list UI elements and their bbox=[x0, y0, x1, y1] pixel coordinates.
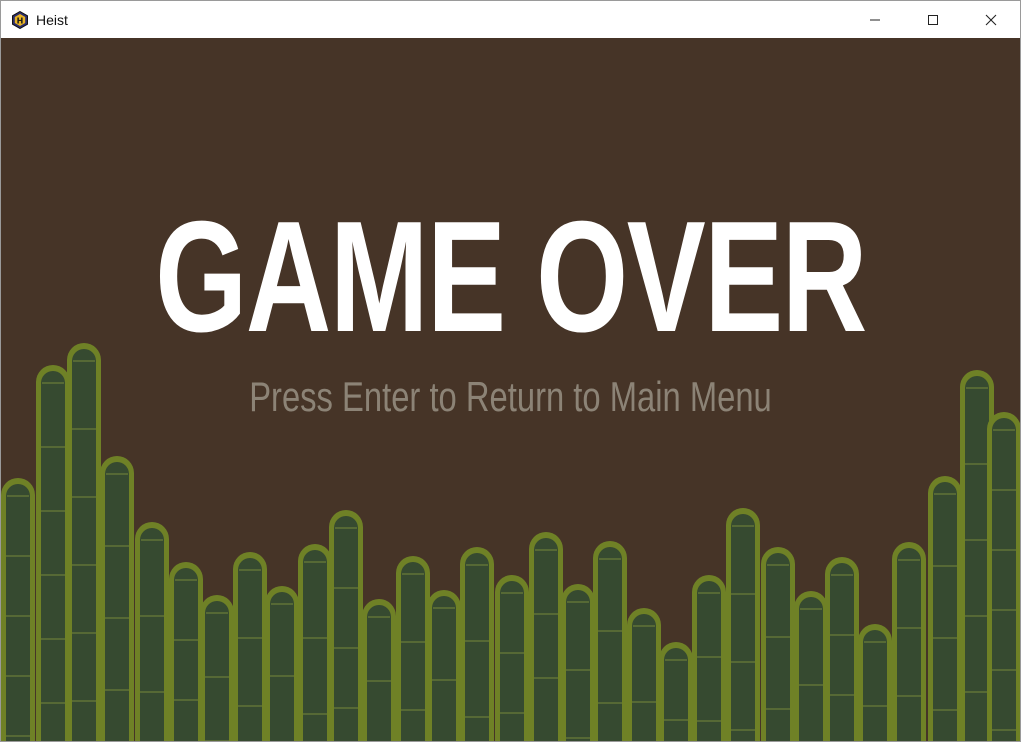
bamboo-stalk bbox=[67, 343, 101, 741]
bamboo-stalk bbox=[928, 476, 962, 741]
bamboo-stalk bbox=[329, 510, 363, 741]
bamboo-stalk bbox=[627, 608, 661, 741]
bamboo-stalk bbox=[794, 591, 828, 741]
bamboo-stalk bbox=[529, 532, 563, 741]
bamboo-stalk bbox=[659, 642, 693, 741]
return-to-menu-prompt: Press Enter to Return to Main Menu bbox=[249, 373, 772, 420]
bamboo-stalk bbox=[858, 624, 892, 741]
bamboo-stalk bbox=[100, 456, 134, 741]
minimize-button[interactable] bbox=[846, 1, 904, 38]
minimize-icon bbox=[870, 19, 880, 20]
bamboo-stalk bbox=[135, 522, 169, 741]
bamboo-stalk bbox=[396, 556, 430, 741]
title-bar[interactable]: H Heist bbox=[1, 1, 1020, 38]
app-icon: H bbox=[10, 10, 30, 30]
bamboo-stalk bbox=[1, 478, 35, 741]
bamboo-stalk bbox=[692, 575, 726, 741]
bamboo-stalk bbox=[825, 557, 859, 741]
bamboo-stalk bbox=[200, 595, 234, 741]
svg-text:H: H bbox=[17, 16, 24, 25]
bamboo-stalk bbox=[36, 365, 70, 741]
window-controls bbox=[846, 1, 1020, 38]
bamboo-stalk bbox=[362, 599, 396, 741]
close-icon bbox=[985, 14, 997, 25]
game-canvas[interactable]: GAME OVER Press Enter to Return to Main … bbox=[1, 38, 1020, 741]
bamboo-stalk bbox=[561, 584, 595, 741]
app-window: H Heist GAME OVER Press Enter to Return … bbox=[0, 0, 1021, 742]
bamboo-stalk bbox=[987, 412, 1020, 741]
bamboo-stalk bbox=[892, 542, 926, 741]
bamboo-stalk bbox=[169, 562, 203, 741]
bamboo-stalk bbox=[460, 547, 494, 741]
bamboo-stalk bbox=[298, 544, 332, 741]
bamboo-stalk bbox=[593, 541, 627, 741]
bamboo-stalk bbox=[427, 590, 461, 741]
close-button[interactable] bbox=[962, 1, 1020, 38]
maximize-button[interactable] bbox=[904, 1, 962, 38]
maximize-icon bbox=[928, 14, 938, 25]
bamboo-stalk bbox=[761, 547, 795, 741]
bamboo-stalk bbox=[495, 575, 529, 741]
window-title: Heist bbox=[36, 11, 68, 28]
game-over-title: GAME OVER bbox=[155, 189, 867, 365]
bamboo-stalk bbox=[726, 508, 760, 741]
bamboo-stalk bbox=[233, 552, 267, 741]
bamboo-stalk bbox=[265, 586, 299, 741]
